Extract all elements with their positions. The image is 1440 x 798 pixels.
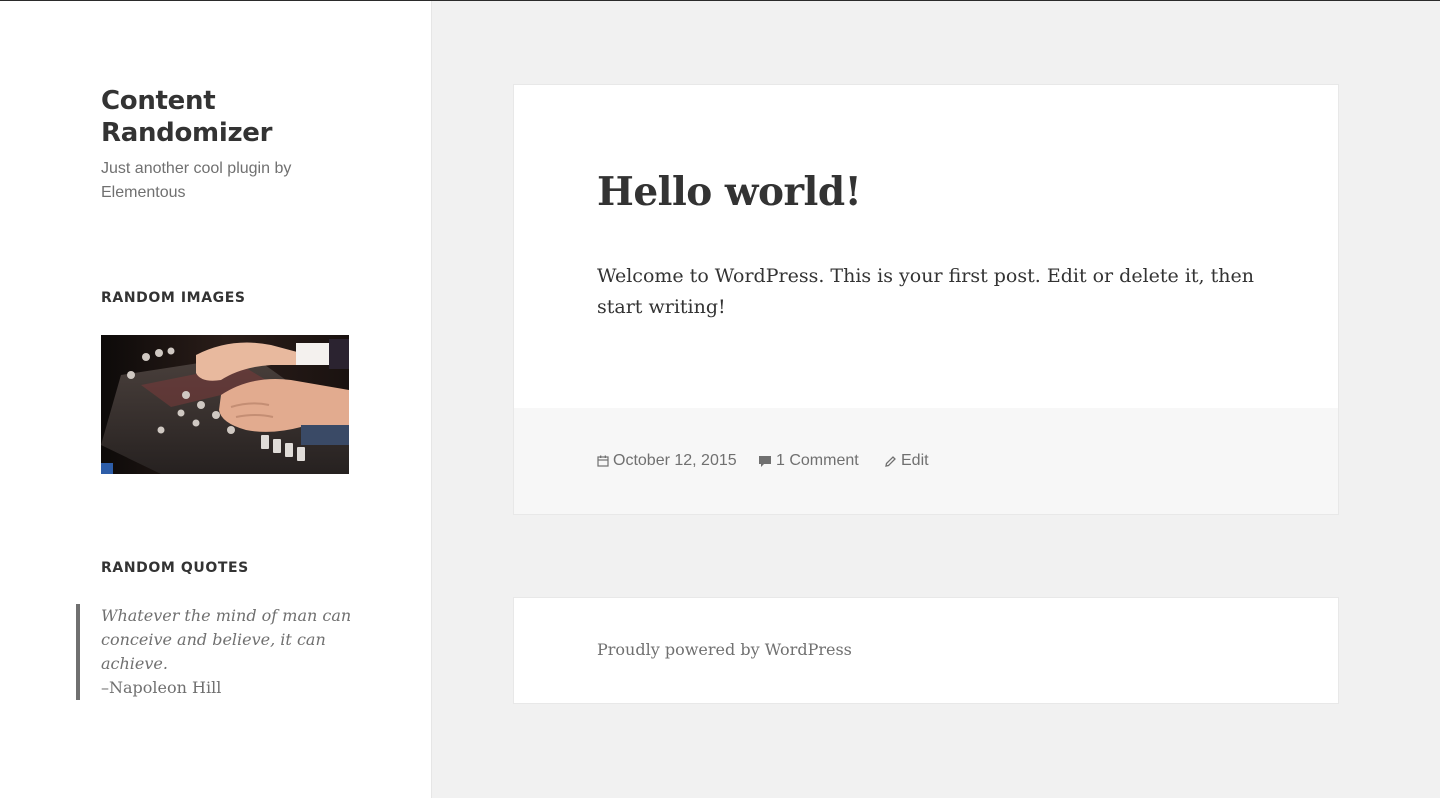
post-content: Welcome to WordPress. This is your first… — [597, 265, 1254, 318]
post-comments-link[interactable]: 1 Comment — [758, 452, 859, 470]
site-footer: Proudly powered by WordPress — [513, 597, 1339, 704]
random-image[interactable] — [101, 335, 349, 474]
widget-title-random-images: RANDOM IMAGES — [101, 290, 246, 306]
random-quote: Whatever the mind of man can conceive an… — [76, 604, 371, 700]
post-meta-footer: October 12, 2015 1 Comment Edit — [514, 408, 1338, 514]
post-date: October 12, 2015 — [613, 452, 737, 469]
comment-icon — [759, 455, 771, 467]
post-edit-label: Edit — [901, 452, 929, 469]
post-date-link[interactable]: October 12, 2015 — [597, 452, 737, 470]
post-edit-link[interactable]: Edit — [884, 452, 929, 470]
post-card: Hello world! Welcome to WordPress. This … — [513, 84, 1339, 515]
widget-title-random-quotes: RANDOM QUOTES — [101, 560, 249, 576]
post-title[interactable]: Hello world! — [597, 169, 862, 215]
mixing-console-photo — [101, 335, 349, 474]
quote-text: Whatever the mind of man can conceive an… — [101, 606, 352, 673]
site-description: Just another cool plugin by Elementous — [101, 160, 292, 201]
post-comments-count: 1 Comment — [776, 452, 859, 469]
quote-author: –Napoleon Hill — [101, 678, 222, 697]
powered-by-link[interactable]: Proudly powered by WordPress — [597, 640, 852, 659]
pencil-icon — [885, 455, 896, 467]
calendar-icon — [597, 455, 609, 467]
site-title[interactable]: Content Randomizer — [101, 85, 361, 149]
sidebar: Content Randomizer Just another cool plu… — [0, 1, 432, 798]
